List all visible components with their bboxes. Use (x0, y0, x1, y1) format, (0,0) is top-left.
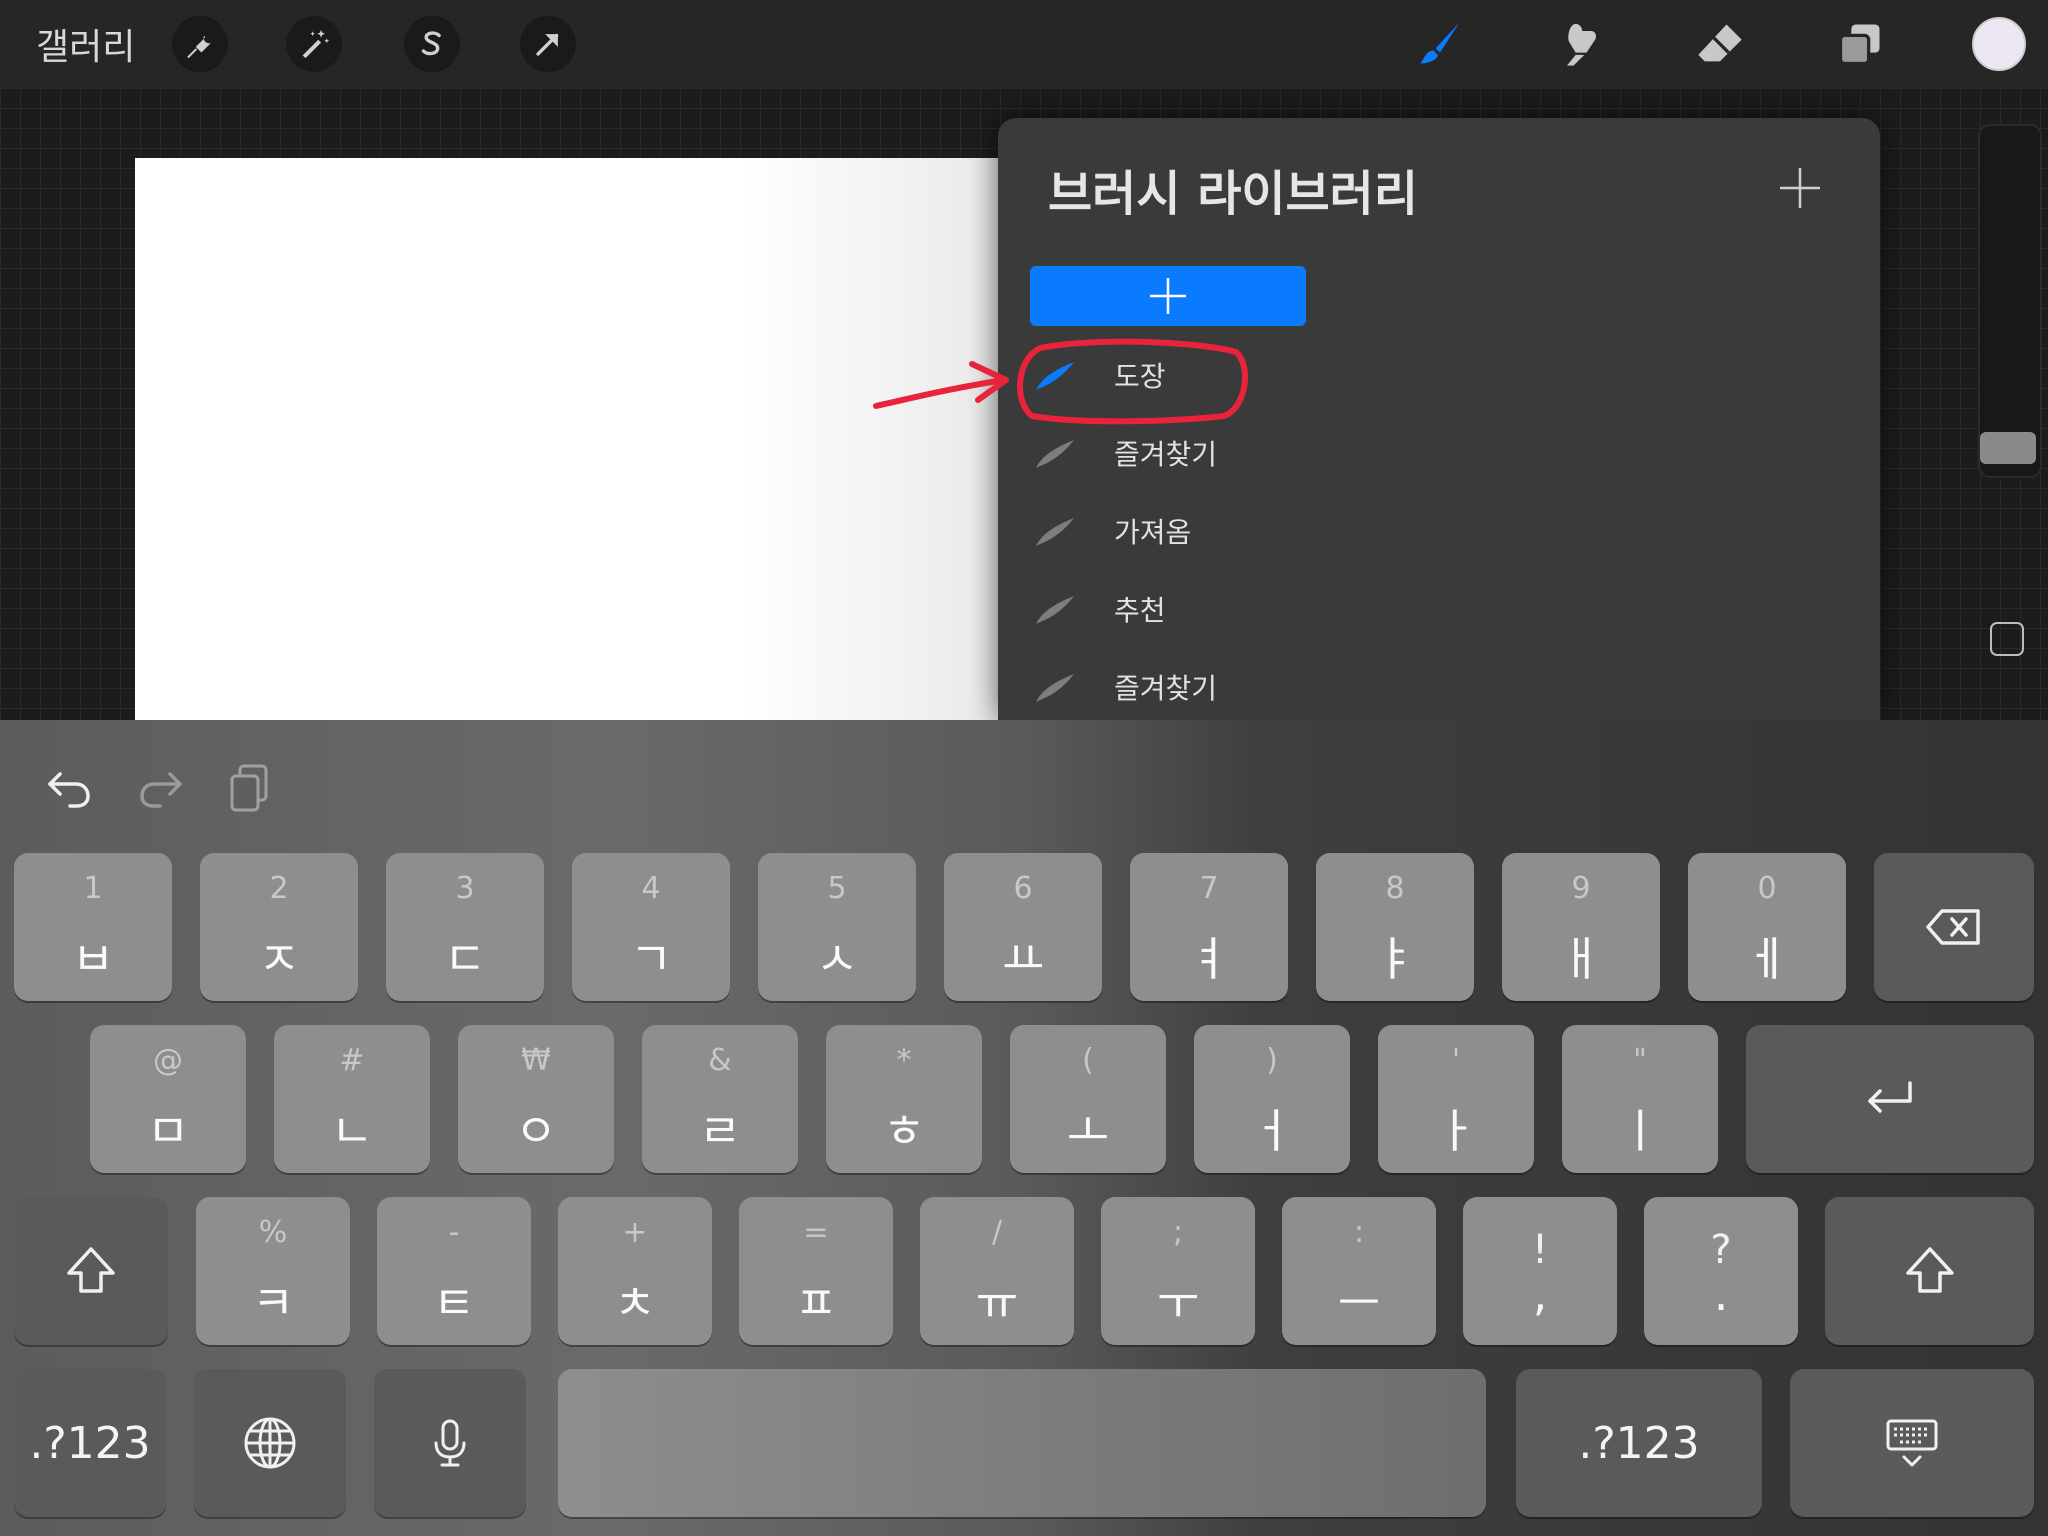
layers-icon[interactable] (1830, 14, 1890, 74)
shift-icon (1905, 1247, 1954, 1293)
onscreen-keyboard: 1ㅂ 2ㅈ 3ㄷ 4ㄱ 5ㅅ 6ㅛ 7ㅕ 8ㅑ 9ㅐ 0ㅔ @ ㅁ # ㄴ ₩ ㅇ &… (0, 720, 2048, 1536)
brush-set-item[interactable]: 추천 (1032, 579, 1432, 639)
key[interactable]: 3ㄷ (386, 853, 544, 1001)
brush-set-item[interactable]: 즐겨찾기 (1032, 423, 1432, 483)
brush-stroke-icon (1036, 596, 1074, 624)
key[interactable]: 9ㅐ (1502, 853, 1660, 1001)
top-toolbar: 갤러리 (0, 0, 2048, 88)
key[interactable]: ₩ ㅇ (458, 1025, 614, 1173)
move-arrow-icon[interactable] (520, 16, 576, 72)
key[interactable]: 7ㅕ (1130, 853, 1288, 1001)
key[interactable]: ?. (1644, 1197, 1798, 1345)
key[interactable]: -ㅌ (377, 1197, 531, 1345)
key[interactable]: + ㅊ (558, 1197, 712, 1345)
numbers-key-left[interactable]: .?123 (14, 1369, 166, 1517)
globe-icon (244, 1417, 296, 1469)
gallery-button[interactable]: 갤러리 (36, 18, 135, 70)
key[interactable]: @ ㅁ (90, 1025, 246, 1173)
key[interactable]: 5ㅅ (758, 853, 916, 1001)
plus-icon (1150, 278, 1186, 314)
key[interactable]: 8ㅑ (1316, 853, 1474, 1001)
space-key[interactable] (558, 1369, 1486, 1517)
key[interactable]: % ㅋ (196, 1197, 350, 1345)
brush-set-item[interactable]: 가져옴 (1032, 501, 1432, 561)
key[interactable]: ; ㅜ (1101, 1197, 1255, 1345)
red-circle-annotation (1017, 338, 1249, 425)
magic-wand-icon[interactable] (286, 16, 342, 72)
paste-icon[interactable] (222, 760, 278, 816)
eraser-icon[interactable] (1690, 14, 1750, 74)
key[interactable]: = ㅍ (739, 1197, 893, 1345)
brush-set-label: 즐겨찾기 (1114, 438, 1218, 471)
modify-button[interactable] (1990, 622, 2024, 656)
globe-key[interactable] (194, 1369, 346, 1517)
key[interactable]: 1ㅂ (14, 853, 172, 1001)
undo-icon[interactable] (42, 760, 98, 816)
color-picker-swatch[interactable] (1972, 17, 2026, 71)
key[interactable]: 0ㅔ (1688, 853, 1846, 1001)
brush-stroke-icon (1036, 440, 1074, 468)
shift-key-left[interactable] (14, 1197, 168, 1345)
shift-key-right[interactable] (1825, 1197, 2034, 1345)
microphone-icon (434, 1419, 466, 1467)
add-brush-icon[interactable] (1778, 166, 1822, 210)
brush-size-slider[interactable] (1978, 124, 2042, 478)
brush-set-label: 가져옴 (1114, 516, 1192, 549)
key[interactable]: & ㄹ (642, 1025, 798, 1173)
new-brush-set-button[interactable] (1030, 266, 1306, 326)
brush-stroke-icon (1036, 518, 1074, 546)
return-key[interactable] (1746, 1025, 2034, 1173)
panel-title: 브러시 라이브러리 (1048, 166, 1418, 222)
wrench-icon[interactable] (172, 16, 228, 72)
selection-s-icon[interactable] (404, 16, 460, 72)
key[interactable]: 6ㅛ (944, 853, 1102, 1001)
red-arrow-annotation (873, 361, 1009, 409)
drawing-canvas[interactable] (135, 158, 1000, 720)
key[interactable]: !, (1463, 1197, 1617, 1345)
smudge-icon[interactable] (1550, 14, 1610, 74)
key[interactable]: ) ㅓ (1194, 1025, 1350, 1173)
key[interactable]: ' ㅏ (1378, 1025, 1534, 1173)
brush-stroke-icon (1036, 674, 1074, 702)
backspace-icon (1926, 909, 1980, 945)
brush-set-label: 즐겨찾기 (1114, 672, 1218, 705)
brush-set-label: 추천 (1114, 594, 1166, 627)
slider-handle[interactable] (1980, 432, 2036, 464)
key[interactable]: # ㄴ (274, 1025, 430, 1173)
brush-icon[interactable] (1410, 14, 1470, 74)
key[interactable]: * ㅎ (826, 1025, 982, 1173)
keyboard-hide-icon (1886, 1419, 1938, 1467)
key[interactable]: " ㅣ (1562, 1025, 1718, 1173)
brush-set-item[interactable]: 즐겨찾기 (1032, 657, 1432, 717)
dictation-key[interactable] (374, 1369, 526, 1517)
redo-icon[interactable] (132, 760, 188, 816)
key[interactable]: 2ㅈ (200, 853, 358, 1001)
numbers-key-right[interactable]: .?123 (1516, 1369, 1762, 1517)
key[interactable]: :ㅡ (1282, 1197, 1436, 1345)
shift-icon (67, 1247, 115, 1293)
key[interactable]: 4ㄱ (572, 853, 730, 1001)
backspace-key[interactable] (1874, 853, 2034, 1001)
return-icon (1868, 1081, 1912, 1113)
key[interactable]: (ㅗ (1010, 1025, 1166, 1173)
key[interactable]: / ㅠ (920, 1197, 1074, 1345)
dismiss-keyboard-key[interactable] (1790, 1369, 2034, 1517)
